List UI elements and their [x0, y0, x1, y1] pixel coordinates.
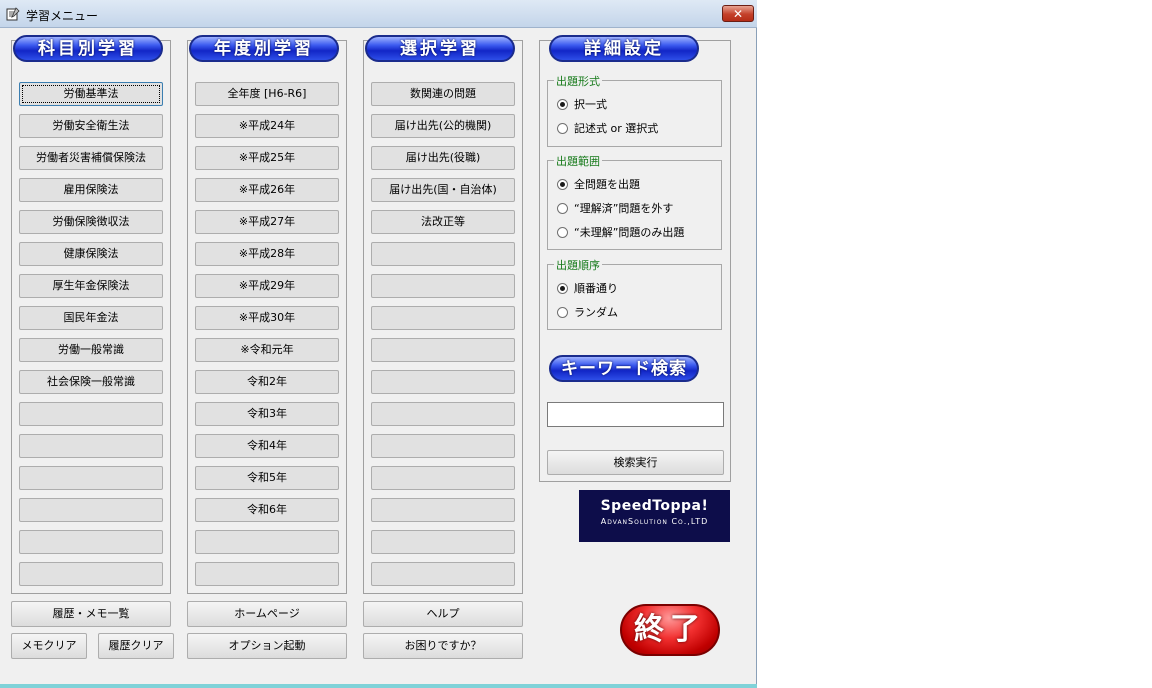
- question-format-label: 出題形式: [554, 73, 602, 89]
- year-button[interactable]: ※平成24年: [195, 114, 339, 138]
- subject-button[interactable]: [19, 562, 163, 586]
- subject-button[interactable]: [19, 402, 163, 426]
- year-button[interactable]: ※平成26年: [195, 178, 339, 202]
- select-button[interactable]: [371, 466, 515, 490]
- question-format-group: 出題形式 択一式 記述式 or 選択式: [547, 73, 722, 147]
- subject-button[interactable]: 労働者災害補償保険法: [19, 146, 163, 170]
- memo-clear-button[interactable]: メモクリア: [11, 633, 87, 659]
- exit-button[interactable]: 終了: [620, 604, 720, 656]
- order-option-random[interactable]: ランダム: [557, 305, 618, 321]
- subject-button[interactable]: [19, 530, 163, 554]
- radio-icon: [557, 226, 568, 238]
- subject-button[interactable]: 労働基準法: [19, 82, 163, 106]
- app-icon: [6, 7, 20, 21]
- subject-button[interactable]: 労働保険徴収法: [19, 210, 163, 234]
- select-button[interactable]: [371, 242, 515, 266]
- subject-button[interactable]: [19, 466, 163, 490]
- subject-button[interactable]: 雇用保険法: [19, 178, 163, 202]
- history-memo-list-button[interactable]: 履歴・メモ一覧: [11, 601, 171, 627]
- year-button[interactable]: ※平成25年: [195, 146, 339, 170]
- select-button[interactable]: [371, 402, 515, 426]
- year-button[interactable]: 令和3年: [195, 402, 339, 426]
- range-option-all[interactable]: 全問題を出題: [557, 177, 640, 193]
- format-option-choice[interactable]: 択一式: [557, 97, 607, 113]
- select-button[interactable]: 届け出先(国・自治体): [371, 178, 515, 202]
- search-execute-button[interactable]: 検索実行: [547, 450, 724, 475]
- radio-icon: [557, 202, 568, 214]
- radio-icon: [557, 122, 568, 134]
- year-button[interactable]: [195, 530, 339, 554]
- year-button[interactable]: 令和4年: [195, 434, 339, 458]
- select-button[interactable]: [371, 434, 515, 458]
- range-option-label: “未理解”問題のみ出題: [574, 226, 685, 239]
- order-option-label: 順番通り: [574, 282, 618, 295]
- option-launch-button[interactable]: オプション起動: [187, 633, 347, 659]
- order-option-label: ランダム: [574, 306, 618, 319]
- select-button[interactable]: [371, 274, 515, 298]
- homepage-button[interactable]: ホームページ: [187, 601, 347, 627]
- year-button[interactable]: 令和2年: [195, 370, 339, 394]
- year-button[interactable]: ※平成28年: [195, 242, 339, 266]
- select-button[interactable]: 届け出先(公的機関): [371, 114, 515, 138]
- select-button[interactable]: [371, 306, 515, 330]
- format-option-label: 記述式 or 選択式: [574, 122, 659, 135]
- help-button[interactable]: ヘルプ: [363, 601, 523, 627]
- select-button[interactable]: [371, 338, 515, 362]
- subject-button[interactable]: 労働一般常識: [19, 338, 163, 362]
- window-title: 学習メニュー: [26, 9, 99, 23]
- radio-selected-icon: [557, 178, 568, 190]
- year-button[interactable]: 令和6年: [195, 498, 339, 522]
- year-button[interactable]: ※平成30年: [195, 306, 339, 330]
- need-help-button[interactable]: お困りですか？: [363, 633, 523, 659]
- history-clear-button[interactable]: 履歴クリア: [98, 633, 174, 659]
- format-option-label: 択一式: [574, 98, 607, 111]
- window-bottom-border: [0, 684, 757, 688]
- select-button[interactable]: [371, 370, 515, 394]
- radio-icon: [557, 306, 568, 318]
- study-menu-window: 学習メニュー ✕ 科目別学習 年度別学習 選択学習 詳細設定 労働基準法 労働安…: [0, 0, 757, 688]
- question-order-group: 出題順序 順番通り ランダム: [547, 257, 722, 330]
- range-option-exclude-understood[interactable]: “理解済”問題を外す: [557, 201, 673, 217]
- title-bar: 学習メニュー ✕: [0, 0, 757, 28]
- year-button[interactable]: 令和5年: [195, 466, 339, 490]
- question-order-label: 出題順序: [554, 257, 602, 273]
- radio-selected-icon: [557, 98, 568, 110]
- keyword-search-header: キーワード検索: [549, 355, 699, 382]
- question-range-label: 出題範囲: [554, 153, 602, 169]
- format-option-written[interactable]: 記述式 or 選択式: [557, 121, 658, 137]
- year-button[interactable]: ※令和元年: [195, 338, 339, 362]
- select-button[interactable]: [371, 498, 515, 522]
- select-button[interactable]: 数関連の問題: [371, 82, 515, 106]
- subject-button[interactable]: 厚生年金保険法: [19, 274, 163, 298]
- radio-selected-icon: [557, 282, 568, 294]
- year-button[interactable]: ※平成29年: [195, 274, 339, 298]
- close-button[interactable]: ✕: [722, 5, 754, 22]
- year-button[interactable]: 全年度 [H6-R6]: [195, 82, 339, 106]
- year-study-header: 年度別学習: [189, 35, 339, 62]
- select-button[interactable]: 届け出先(役職): [371, 146, 515, 170]
- question-range-group: 出題範囲 全問題を出題 “理解済”問題を外す “未理解”問題のみ出題: [547, 153, 722, 250]
- select-button[interactable]: 法改正等: [371, 210, 515, 234]
- logo-title: SpeedToppa!: [600, 498, 709, 514]
- detail-settings-header: 詳細設定: [549, 35, 699, 62]
- speedtoppa-logo: SpeedToppa! AdvanSolution Co.,LTD: [579, 490, 730, 542]
- subject-study-header: 科目別学習: [13, 35, 163, 62]
- range-option-label: “理解済”問題を外す: [574, 202, 674, 215]
- subject-button[interactable]: 国民年金法: [19, 306, 163, 330]
- subject-button[interactable]: 健康保険法: [19, 242, 163, 266]
- subject-button[interactable]: [19, 498, 163, 522]
- subject-button[interactable]: 社会保険一般常識: [19, 370, 163, 394]
- range-option-label: 全問題を出題: [574, 178, 640, 191]
- range-option-not-understood-only[interactable]: “未理解”問題のみ出題: [557, 225, 684, 241]
- keyword-search-input[interactable]: [547, 402, 724, 427]
- select-study-header: 選択学習: [365, 35, 515, 62]
- select-button[interactable]: [371, 530, 515, 554]
- subject-button[interactable]: [19, 434, 163, 458]
- order-option-sequential[interactable]: 順番通り: [557, 281, 618, 297]
- subject-button[interactable]: 労働安全衛生法: [19, 114, 163, 138]
- year-button[interactable]: ※平成27年: [195, 210, 339, 234]
- logo-company: AdvanSolution Co.,LTD: [600, 517, 709, 526]
- year-button[interactable]: [195, 562, 339, 586]
- select-button[interactable]: [371, 562, 515, 586]
